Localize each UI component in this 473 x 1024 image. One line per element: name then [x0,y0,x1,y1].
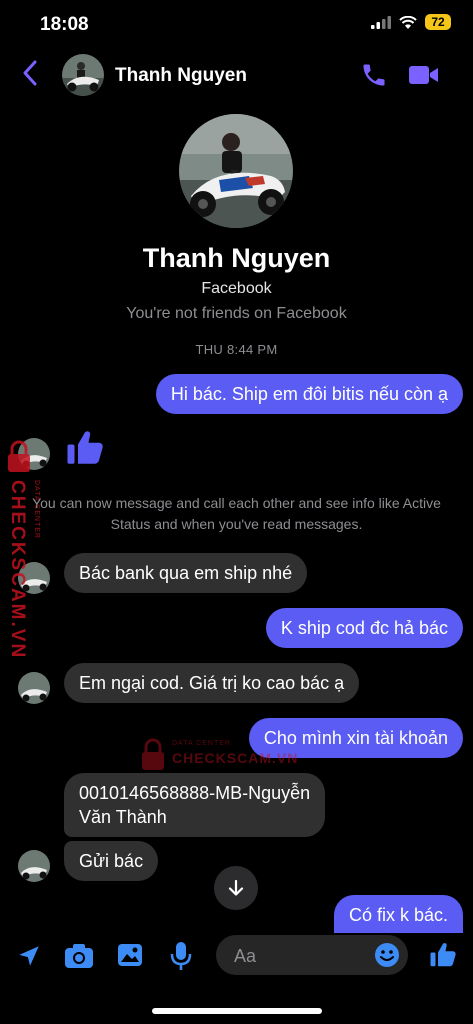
status-time: 18:08 [40,14,89,35]
message-outgoing[interactable]: K ship cod đc hả bác [265,608,463,648]
like-button-icon[interactable] [428,940,458,970]
conversation-timestamp: THU 8:44 PM [195,342,278,357]
profile-name: Thanh Nguyen [142,243,331,273]
battery-indicator: 72 [425,14,451,30]
message-outgoing[interactable]: Hi bác. Ship em đôi bitis nếu còn ạ [155,374,463,414]
location-arrow-icon[interactable] [16,943,42,969]
profile-photo[interactable] [179,114,293,228]
lock-icon [142,738,164,770]
back-arrow-icon[interactable] [22,60,38,86]
friendship-status: You're not friends on Facebook [126,305,347,322]
contact-avatar-small [18,850,50,882]
contact-avatar[interactable] [62,54,104,96]
account-line-2: Văn Thành [79,807,167,827]
message-incoming[interactable]: Gửi bác [64,841,159,881]
video-call-icon[interactable] [408,63,440,87]
watermark-center: DATA CENTER CHECKSCAM.VN [140,738,300,772]
message-incoming-account-number[interactable]: 0010146568888-MB-Nguyễn Văn Thành [64,773,326,837]
message-incoming[interactable]: Bác bank qua em ship nhé [64,553,308,593]
header-contact-name[interactable]: Thanh Nguyen [115,65,247,87]
watermark-brand: CHECKSCAM.VN [172,750,299,766]
message-incoming[interactable]: Em ngại cod. Giá trị ko cao bác ạ [64,663,360,703]
message-outgoing[interactable]: Có fix k bác. [333,895,463,933]
status-icons: 72 [371,14,451,30]
watermark-brand: CHECKSCAM.VN [7,480,28,660]
message-composer[interactable] [216,935,408,977]
account-line-1: 0010146568888-MB-Nguyễn [79,783,311,803]
gallery-icon[interactable] [117,943,143,967]
scroll-to-bottom-button[interactable] [214,866,258,910]
microphone-icon[interactable] [170,941,192,971]
watermark-side: CHECKSCAM.VN DATA CENTER [2,440,42,659]
home-indicator [152,1008,322,1014]
profile-platform: Facebook [201,280,272,297]
camera-icon[interactable] [64,943,94,969]
like-thumbs-up-icon[interactable] [64,426,106,470]
cellular-signal-icon [371,15,391,29]
watermark-tagline: DATA CENTER [172,740,231,747]
emoji-icon[interactable] [374,942,400,968]
watermark-tagline: DATA CENTER [33,480,40,539]
lock-icon [8,440,30,472]
wifi-icon [399,15,417,29]
phone-call-icon[interactable] [360,61,388,89]
contact-avatar-small [18,672,50,704]
system-message: You can now message and call each other … [32,495,441,532]
arrow-down-icon [228,879,244,896]
message-input[interactable] [232,935,366,977]
